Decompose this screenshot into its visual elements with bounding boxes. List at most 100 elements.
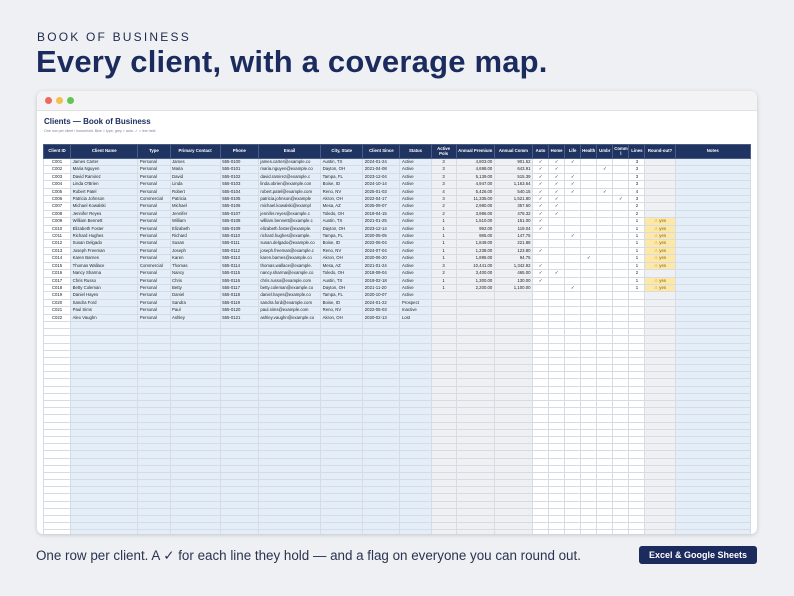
cell-life[interactable] [564,209,582,219]
empty-cell[interactable] [493,486,533,495]
empty-cell[interactable] [430,479,457,488]
empty-cell[interactable] [548,514,566,524]
empty-cell[interactable] [320,486,364,495]
empty-cell[interactable] [628,486,646,495]
cell-prem[interactable]: 992.00 [455,224,495,234]
cell-name[interactable]: Betty Coleman [70,283,139,293]
cell-life[interactable] [564,195,582,204]
empty-cell[interactable] [612,507,630,517]
empty-cell[interactable] [257,364,322,373]
cell-comm[interactable]: 540.15 [493,187,533,197]
empty-row[interactable] [43,320,751,330]
cell-contact[interactable]: Michael [169,202,221,211]
cell-contact[interactable]: David [169,172,221,182]
empty-cell[interactable] [455,522,495,531]
cell-notes[interactable] [674,298,751,308]
empty-cell[interactable] [257,349,322,358]
cell-round-out[interactable] [644,157,676,167]
empty-cell[interactable] [137,457,171,466]
empty-cell[interactable] [628,407,646,416]
cell-type[interactable]: Personal [137,180,171,189]
cell-status[interactable]: Active [399,202,432,211]
column-header[interactable]: Auto [531,144,550,159]
cell-phone[interactable]: 555-0115 [219,269,259,278]
empty-cell[interactable] [43,349,72,358]
empty-cell[interactable] [564,335,582,344]
cell-umbr[interactable] [596,291,614,300]
empty-cell[interactable] [169,457,221,466]
empty-cell[interactable] [493,464,533,473]
empty-cell[interactable] [674,493,751,502]
cell-status[interactable]: Prospect [399,298,432,308]
empty-cell[interactable] [548,364,566,373]
empty-cell[interactable] [43,450,72,459]
cell-city[interactable]: Reno, NV [320,246,364,256]
cell-phone[interactable]: 555-0100 [219,157,259,167]
cell-name[interactable]: Thomas Wallace [70,261,139,271]
empty-cell[interactable] [548,493,566,502]
cell-name[interactable]: Robert Patel [70,187,139,197]
cell-prem[interactable]: 1,300.00 [455,276,495,285]
empty-cell[interactable] [362,349,401,358]
column-header[interactable]: Home [548,144,566,159]
empty-cell[interactable] [320,457,364,466]
column-header[interactable]: Client ID [43,144,72,159]
empty-cell[interactable] [219,479,259,488]
cell-comm[interactable] [493,291,533,300]
empty-cell[interactable] [219,371,259,380]
empty-cell[interactable] [531,443,550,452]
empty-cell[interactable] [674,335,751,344]
empty-cell[interactable] [612,435,630,445]
empty-cell[interactable] [674,471,751,481]
empty-row[interactable] [43,435,751,445]
cell-prem[interactable]: 1,510.00 [455,217,495,226]
table-row[interactable]: C014 Karen Barnes Personal Karen 555-0113 kar… [43,254,751,263]
empty-cell[interactable] [257,471,322,481]
empty-cell[interactable] [612,486,630,495]
cell-id[interactable]: C019 [43,291,72,300]
empty-cell[interactable] [320,435,364,445]
cell-contact[interactable]: James [169,157,221,167]
cell-since[interactable]: 2024-10-14 [362,180,401,189]
empty-cell[interactable] [580,328,598,337]
cell-notes[interactable] [674,172,751,182]
empty-cell[interactable] [169,399,221,409]
empty-cell[interactable] [531,349,550,358]
cell-umbr[interactable] [596,276,614,285]
empty-cell[interactable] [257,443,322,452]
cell-type[interactable]: Personal [137,217,171,226]
empty-cell[interactable] [493,407,533,416]
column-header[interactable]: Life [564,144,582,159]
empty-cell[interactable] [70,349,139,358]
empty-cell[interactable] [564,457,582,466]
empty-cell[interactable] [257,385,322,394]
empty-cell[interactable] [596,500,614,509]
cell-home[interactable] [548,217,566,226]
cell-status[interactable]: Active [399,283,432,293]
cell-home[interactable] [548,306,566,315]
cell-contact[interactable]: Karen [169,254,221,263]
empty-cell[interactable] [531,407,550,416]
cell-status[interactable]: Active [399,246,432,256]
cell-pols[interactable]: 1 [430,239,457,248]
cell-phone[interactable]: 555-0113 [219,254,259,263]
empty-cell[interactable] [596,428,614,437]
empty-cell[interactable] [362,385,401,394]
empty-cell[interactable] [580,356,598,366]
empty-cell[interactable] [580,320,598,330]
empty-cell[interactable] [399,522,432,531]
empty-cell[interactable] [612,371,630,380]
empty-cell[interactable] [43,471,72,481]
empty-cell[interactable] [430,392,457,402]
cell-comml[interactable] [612,232,630,241]
empty-cell[interactable] [596,371,614,380]
empty-cell[interactable] [596,421,614,430]
cell-city[interactable]: Reno, NV [320,187,364,197]
cell-comm[interactable]: 123.80 [493,246,533,256]
empty-cell[interactable] [628,428,646,437]
cell-pols[interactable]: 1 [430,246,457,256]
cell-name[interactable]: Karen Barnes [70,254,139,263]
empty-row[interactable] [43,428,751,437]
empty-cell[interactable] [674,514,751,524]
empty-cell[interactable] [43,328,72,337]
